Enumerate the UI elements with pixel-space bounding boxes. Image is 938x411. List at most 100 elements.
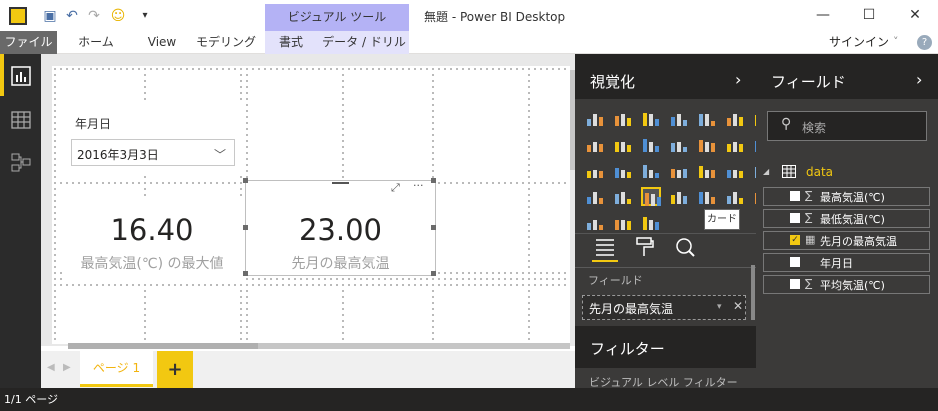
grid-cell xyxy=(532,288,566,340)
relationship-view-icon[interactable] xyxy=(10,151,32,173)
slicer-icon[interactable] xyxy=(697,187,717,206)
waterfall-icon[interactable] xyxy=(725,135,745,154)
tab-home[interactable]: ホーム xyxy=(70,31,122,54)
focus-mode-icon[interactable]: ⤢ xyxy=(391,181,400,195)
grid-cell xyxy=(344,70,432,178)
treemap-icon[interactable] xyxy=(613,161,633,180)
checkbox[interactable] xyxy=(790,213,800,223)
checkbox[interactable] xyxy=(790,257,800,267)
grid-cell xyxy=(250,70,338,178)
checkbox-checked[interactable]: ✓ xyxy=(790,235,800,245)
rail-selection-bar xyxy=(0,54,4,96)
maximize-button[interactable]: ☐ xyxy=(846,0,892,31)
grid-cell xyxy=(56,288,144,340)
customize-quickaccess-icon[interactable]: ▾ xyxy=(135,6,155,26)
line-column2-icon[interactable] xyxy=(669,135,689,154)
prev-page-icon[interactable]: ◀ xyxy=(47,362,55,373)
stacked-area-icon[interactable] xyxy=(613,135,633,154)
table-name[interactable]: data xyxy=(806,165,833,179)
field-type-icon: ∑ xyxy=(805,277,813,290)
help-icon[interactable]: ? xyxy=(917,35,932,50)
divider xyxy=(575,267,756,268)
search-placeholder: 検索 xyxy=(802,121,827,135)
filled-map-icon[interactable] xyxy=(725,161,745,180)
fields-tab-icon[interactable] xyxy=(594,236,616,258)
expand-icon[interactable]: ◢ xyxy=(763,167,769,176)
line-column-icon[interactable] xyxy=(641,135,661,154)
globe-icon[interactable] xyxy=(585,213,605,232)
field-type-icon: ∑ xyxy=(805,211,813,224)
resize-handle[interactable] xyxy=(431,178,436,183)
resize-handle[interactable] xyxy=(431,225,436,230)
stacked-column-icon[interactable] xyxy=(613,109,633,128)
collapse-fields-icon[interactable]: › xyxy=(916,70,922,89)
checkbox[interactable] xyxy=(790,191,800,201)
card1-label: 最高気温(℃) の最大値 xyxy=(80,256,224,272)
paint-roller-icon[interactable] xyxy=(634,236,654,258)
analytics-icon[interactable] xyxy=(674,236,696,258)
minimize-button[interactable]: — xyxy=(800,0,846,31)
100-bar-icon[interactable] xyxy=(697,109,717,128)
remove-field-icon[interactable]: ✕ xyxy=(733,299,743,313)
map-icon[interactable] xyxy=(641,161,661,180)
matrix-small-icon[interactable] xyxy=(669,161,689,180)
gauge-icon[interactable] xyxy=(585,187,605,206)
collapse-ribbon-icon[interactable]: ˅ xyxy=(893,35,899,48)
add-page-button[interactable]: + xyxy=(157,351,193,388)
fields-title: フィールド xyxy=(771,73,846,91)
viz-pane-scrollbar[interactable] xyxy=(751,265,755,320)
drag-handle-icon[interactable] xyxy=(332,182,349,184)
field-type-icon: ∑ xyxy=(805,189,813,202)
ribbon-icon[interactable] xyxy=(697,135,717,154)
custom-icon[interactable] xyxy=(613,213,633,232)
signin-link[interactable]: サインイン xyxy=(829,31,889,54)
resize-handle[interactable] xyxy=(243,271,248,276)
visualizations-title: 視覚化 xyxy=(590,73,636,91)
data-view-icon[interactable] xyxy=(10,109,32,131)
checkbox[interactable] xyxy=(790,279,800,289)
next-page-icon[interactable]: ▶ xyxy=(63,362,71,373)
chevron-down-icon[interactable]: ▾ xyxy=(717,302,722,312)
divider xyxy=(575,233,756,234)
visual-level-filters-label: ビジュアル レベル フィルター xyxy=(589,376,738,389)
donut-icon[interactable] xyxy=(725,187,745,206)
table-small-icon[interactable] xyxy=(697,161,717,180)
save-icon[interactable]: ▣ xyxy=(40,6,60,26)
grid-cell xyxy=(438,70,526,178)
collapse-viz-icon[interactable]: › xyxy=(735,70,741,89)
resize-handle[interactable] xyxy=(243,178,248,183)
tab-format[interactable]: 書式 xyxy=(270,31,312,54)
area-icon[interactable] xyxy=(585,135,605,154)
smiley-icon[interactable]: ☺ xyxy=(108,6,128,26)
field-label: 最低気温(℃) xyxy=(820,213,885,226)
tab-data-drill[interactable]: データ / ドリル xyxy=(322,31,406,54)
report-view-icon[interactable] xyxy=(10,65,32,87)
grid-cell xyxy=(438,184,526,272)
stacked-bar-icon[interactable] xyxy=(585,109,605,128)
multirow-card-icon[interactable] xyxy=(613,187,633,206)
card2-value: 23.00 xyxy=(298,213,383,247)
page-tab[interactable]: ページ 1 xyxy=(80,351,153,387)
card2-label: 先月の最高気温 xyxy=(291,256,390,272)
slicer-label: 年月日 xyxy=(75,117,112,131)
clustered-column-icon[interactable] xyxy=(669,109,689,128)
active-tab-indicator xyxy=(592,260,618,262)
undo-icon[interactable]: ↶ xyxy=(62,6,82,26)
100-column-icon[interactable] xyxy=(725,109,745,128)
tab-modeling[interactable]: モデリング xyxy=(196,31,256,54)
grid-cell xyxy=(150,288,238,340)
tab-file[interactable]: ファイル xyxy=(0,31,57,54)
clustered-bar-icon[interactable] xyxy=(641,109,661,128)
close-button[interactable]: ✕ xyxy=(892,0,938,31)
more-options-icon[interactable]: ··· xyxy=(413,179,424,192)
resize-handle[interactable] xyxy=(431,271,436,276)
tab-view[interactable]: View xyxy=(140,31,184,54)
table-icon[interactable] xyxy=(641,213,661,232)
resize-handle[interactable] xyxy=(243,225,248,230)
redo-icon[interactable]: ↷ xyxy=(84,6,104,26)
canvas-hscroll-thumb[interactable] xyxy=(68,343,258,349)
pie-icon[interactable] xyxy=(585,161,605,180)
card-icon[interactable] xyxy=(641,187,661,206)
kpi-icon[interactable] xyxy=(669,187,689,206)
chevron-down-icon[interactable]: ﹀ xyxy=(214,146,226,163)
